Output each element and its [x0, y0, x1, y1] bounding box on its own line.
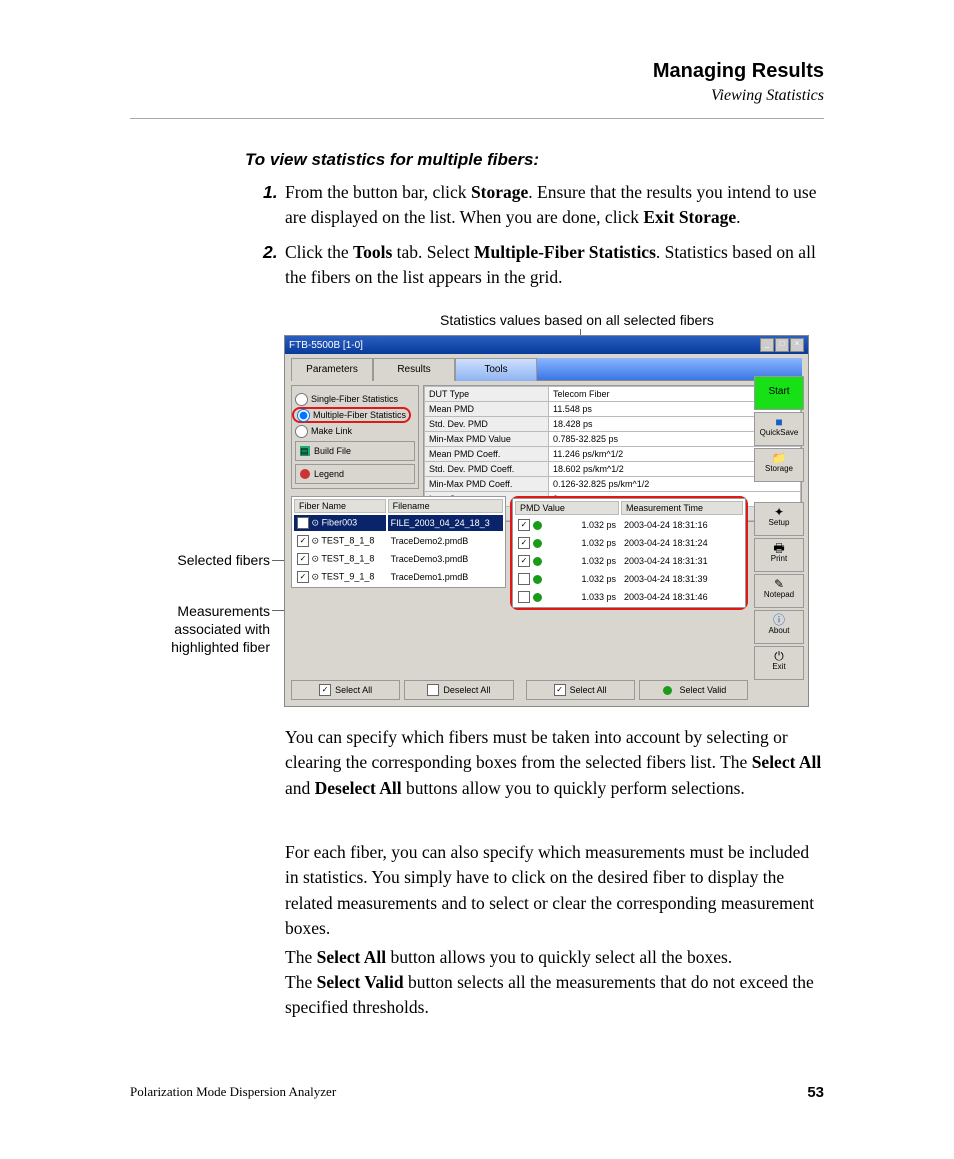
step-text: Click the Tools tab. Select Multiple-Fib… [285, 242, 816, 287]
footer-product: Polarization Mode Dispersion Analyzer [130, 1084, 336, 1101]
table-row[interactable]: ✓ ⊙ TEST_9_1_8TraceDemo1.pmdB [294, 569, 503, 585]
save-icon: ■ [755, 416, 803, 428]
tab-results[interactable]: Results [373, 358, 455, 381]
fiber-table[interactable]: Fiber NameFilename ✓ ⊙ Fiber003FILE_2003… [291, 496, 506, 588]
notepad-icon: ✎ [755, 578, 803, 590]
window-title: FTB-5500B [1-0] [289, 340, 363, 351]
col-filename: Filename [388, 499, 503, 513]
maximize-icon[interactable]: □ [775, 338, 789, 352]
select-valid-button[interactable]: Select Valid [639, 680, 748, 700]
quicksave-button[interactable]: ■QuickSave [754, 412, 804, 446]
minimize-icon[interactable]: _ [760, 338, 774, 352]
power-icon: ⏻ [755, 650, 803, 662]
fiber-icon: ⊙ [312, 571, 320, 581]
info-icon: ⓘ [755, 614, 803, 626]
step-number: 2. [263, 240, 278, 265]
step-number: 1. [263, 180, 278, 205]
col-fiber-name: Fiber Name [294, 499, 386, 513]
tab-parameters[interactable]: Parameters [291, 358, 373, 381]
fiber-icon: ⊙ [312, 553, 320, 563]
storage-button[interactable]: 📁Storage [754, 448, 804, 482]
legend-button[interactable]: Legend [295, 464, 415, 484]
callout-measurements: Measurements associated with highlighted… [150, 602, 270, 657]
table-row[interactable]: ✓1.032 ps2003-04-24 18:31:16 [515, 517, 743, 533]
stat-label: Min-Max PMD Coeff. [425, 477, 549, 492]
table-row[interactable]: 1.033 ps2003-04-24 18:31:46 [515, 589, 743, 605]
step-text: From the button bar, click Storage. Ensu… [285, 182, 817, 227]
stat-label: Mean PMD Coeff. [425, 447, 549, 462]
radio-single-fiber[interactable]: Single-Fiber Statistics [295, 393, 415, 406]
page-section-title: Managing Results [653, 60, 824, 83]
table-row[interactable]: ✓ ⊙ TEST_8_1_8TraceDemo2.pmdB [294, 533, 503, 549]
close-icon[interactable]: × [790, 338, 804, 352]
col-pmd-value: PMD Value [515, 501, 619, 515]
table-row[interactable]: ✓1.032 ps2003-04-24 18:31:31 [515, 553, 743, 569]
body-paragraph: You can specify which fibers must be tak… [285, 725, 824, 801]
select-all-meas-button[interactable]: ✓Select All [526, 680, 635, 700]
stat-label: Std. Dev. PMD Coeff. [425, 462, 549, 477]
footer-page-number: 53 [807, 1084, 824, 1101]
print-icon: 🖶 [755, 542, 803, 554]
notepad-button[interactable]: ✎Notepad [754, 574, 804, 608]
about-button[interactable]: ⓘAbout [754, 610, 804, 644]
tools-icon: ✦ [755, 506, 803, 518]
stat-label: DUT Type [425, 387, 549, 402]
table-row[interactable]: ✓ ⊙ Fiber003FILE_2003_04_24_18_3 [294, 515, 503, 531]
measurement-table[interactable]: PMD ValueMeasurement Time ✓1.032 ps2003-… [512, 498, 746, 608]
tab-bar: Parameters Results Tools [291, 358, 802, 381]
setup-button[interactable]: ✦Setup [754, 502, 804, 536]
table-row[interactable]: 1.032 ps2003-04-24 18:31:39 [515, 571, 743, 587]
stats-mode-group: Single-Fiber Statistics Multiple-Fiber S… [291, 385, 419, 489]
callout-selected-fibers: Selected fibers [150, 552, 270, 568]
table-row[interactable]: ✓1.032 ps2003-04-24 18:31:24 [515, 535, 743, 551]
figure-caption: Statistics values based on all selected … [440, 312, 714, 328]
app-screenshot: FTB-5500B [1-0] _ □ × Parameters Results… [284, 335, 809, 707]
table-row[interactable]: ✓ ⊙ TEST_8_1_8TraceDemo3.pmdB [294, 551, 503, 567]
tab-tools[interactable]: Tools [455, 358, 537, 381]
stat-label: Min-Max PMD Value [425, 432, 549, 447]
page-subsection-title: Viewing Statistics [653, 87, 824, 105]
fiber-icon: ⊙ [312, 535, 320, 545]
folder-icon: 📁 [755, 452, 803, 464]
deselect-all-fibers-button[interactable]: Deselect All [404, 680, 513, 700]
body-paragraph: The Select Valid button selects all the … [285, 970, 824, 1021]
legend-icon [300, 469, 310, 479]
side-toolbar: Start ■QuickSave 📁Storage ✦Setup 🖶Print … [754, 376, 804, 682]
select-all-fibers-button[interactable]: ✓Select All [291, 680, 400, 700]
fiber-icon: ⊙ [312, 517, 320, 527]
header-rule [130, 118, 824, 119]
start-button[interactable]: Start [754, 376, 804, 410]
procedure-heading: To view statistics for multiple fibers: [245, 150, 539, 170]
exit-button[interactable]: ⏻Exit [754, 646, 804, 680]
stat-label: Std. Dev. PMD [425, 417, 549, 432]
body-paragraph: For each fiber, you can also specify whi… [285, 840, 824, 942]
radio-multiple-fiber[interactable]: Multiple-Fiber Statistics [295, 409, 415, 422]
radio-make-link[interactable]: Make Link [295, 425, 415, 438]
stat-label: Mean PMD [425, 402, 549, 417]
col-measurement-time: Measurement Time [621, 501, 743, 515]
build-file-button[interactable]: ▤Build File [295, 441, 415, 461]
window-titlebar: FTB-5500B [1-0] _ □ × [285, 336, 808, 354]
print-button[interactable]: 🖶Print [754, 538, 804, 572]
body-paragraph: The Select All button allows you to quic… [285, 945, 824, 970]
file-icon: ▤ [300, 446, 310, 456]
